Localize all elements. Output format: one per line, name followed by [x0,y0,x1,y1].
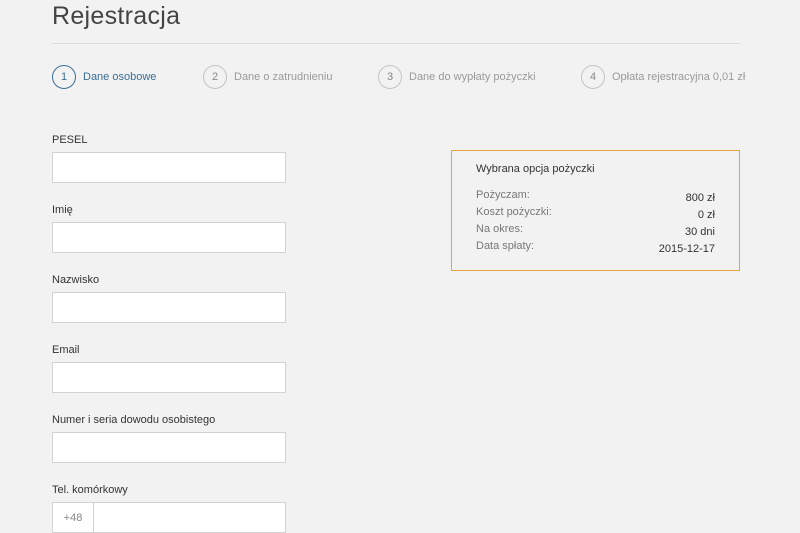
summary-row-cost: Koszt pożyczki: 0 zł [476,206,715,221]
registration-steps: 1 Dane osobowe 2 Dane o zatrudnieniu 3 D… [0,63,800,91]
step-2-number: 2 [203,65,227,89]
imie-label: Imię [52,204,73,216]
pesel-input[interactable] [52,152,286,183]
nazwisko-input[interactable] [52,292,286,323]
step-4-label: Opłata rejestracyjna 0,01 zł [612,71,746,83]
summary-key: Pożyczam: [476,189,530,201]
summary-row-amount: Pożyczam: 800 zł [476,189,715,204]
id-card-input[interactable] [52,432,286,463]
summary-key: Na okres: [476,223,524,235]
summary-value: 2015-12-17 [658,243,715,255]
step-2-label: Dane o zatrudnieniu [234,71,333,83]
imie-input[interactable] [52,222,286,253]
step-4[interactable]: 4 Opłata rejestracyjna 0,01 zł [581,63,745,91]
step-2[interactable]: 2 Dane o zatrudnieniu [203,63,332,91]
step-3-number: 3 [378,65,402,89]
id-card-label: Numer i seria dowodu osobistego [52,414,216,426]
step-3[interactable]: 3 Dane do wypłaty pożyczki [378,63,536,91]
nazwisko-label: Nazwisko [52,274,100,286]
summary-row-period: Na okres: 30 dni [476,223,715,238]
title-divider [52,43,740,44]
summary-row-due-date: Data spłaty: 2015-12-17 [476,240,715,255]
email-input[interactable] [52,362,286,393]
step-1-label: Dane osobowe [83,71,157,83]
summary-key: Data spłaty: [476,240,535,252]
summary-title: Wybrana opcja pożyczki [476,163,595,175]
step-1[interactable]: 1 Dane osobowe [52,63,156,91]
phone-input[interactable] [94,503,285,532]
step-1-number: 1 [52,65,76,89]
page-title: Rejestracja [52,2,181,30]
phone-label: Tel. komórkowy [52,484,128,496]
summary-value: 0 zł [697,209,715,221]
summary-value: 800 zł [685,192,715,204]
step-3-label: Dane do wypłaty pożyczki [409,71,536,83]
email-label: Email [52,344,80,356]
step-4-number: 4 [581,65,605,89]
summary-value: 30 dni [685,226,715,238]
loan-summary-box: Wybrana opcja pożyczki Pożyczam: 800 zł … [451,150,740,271]
pesel-label: PESEL [52,134,88,146]
phone-field: +48 [52,502,286,533]
summary-key: Koszt pożyczki: [476,206,552,218]
phone-prefix: +48 [53,503,94,532]
